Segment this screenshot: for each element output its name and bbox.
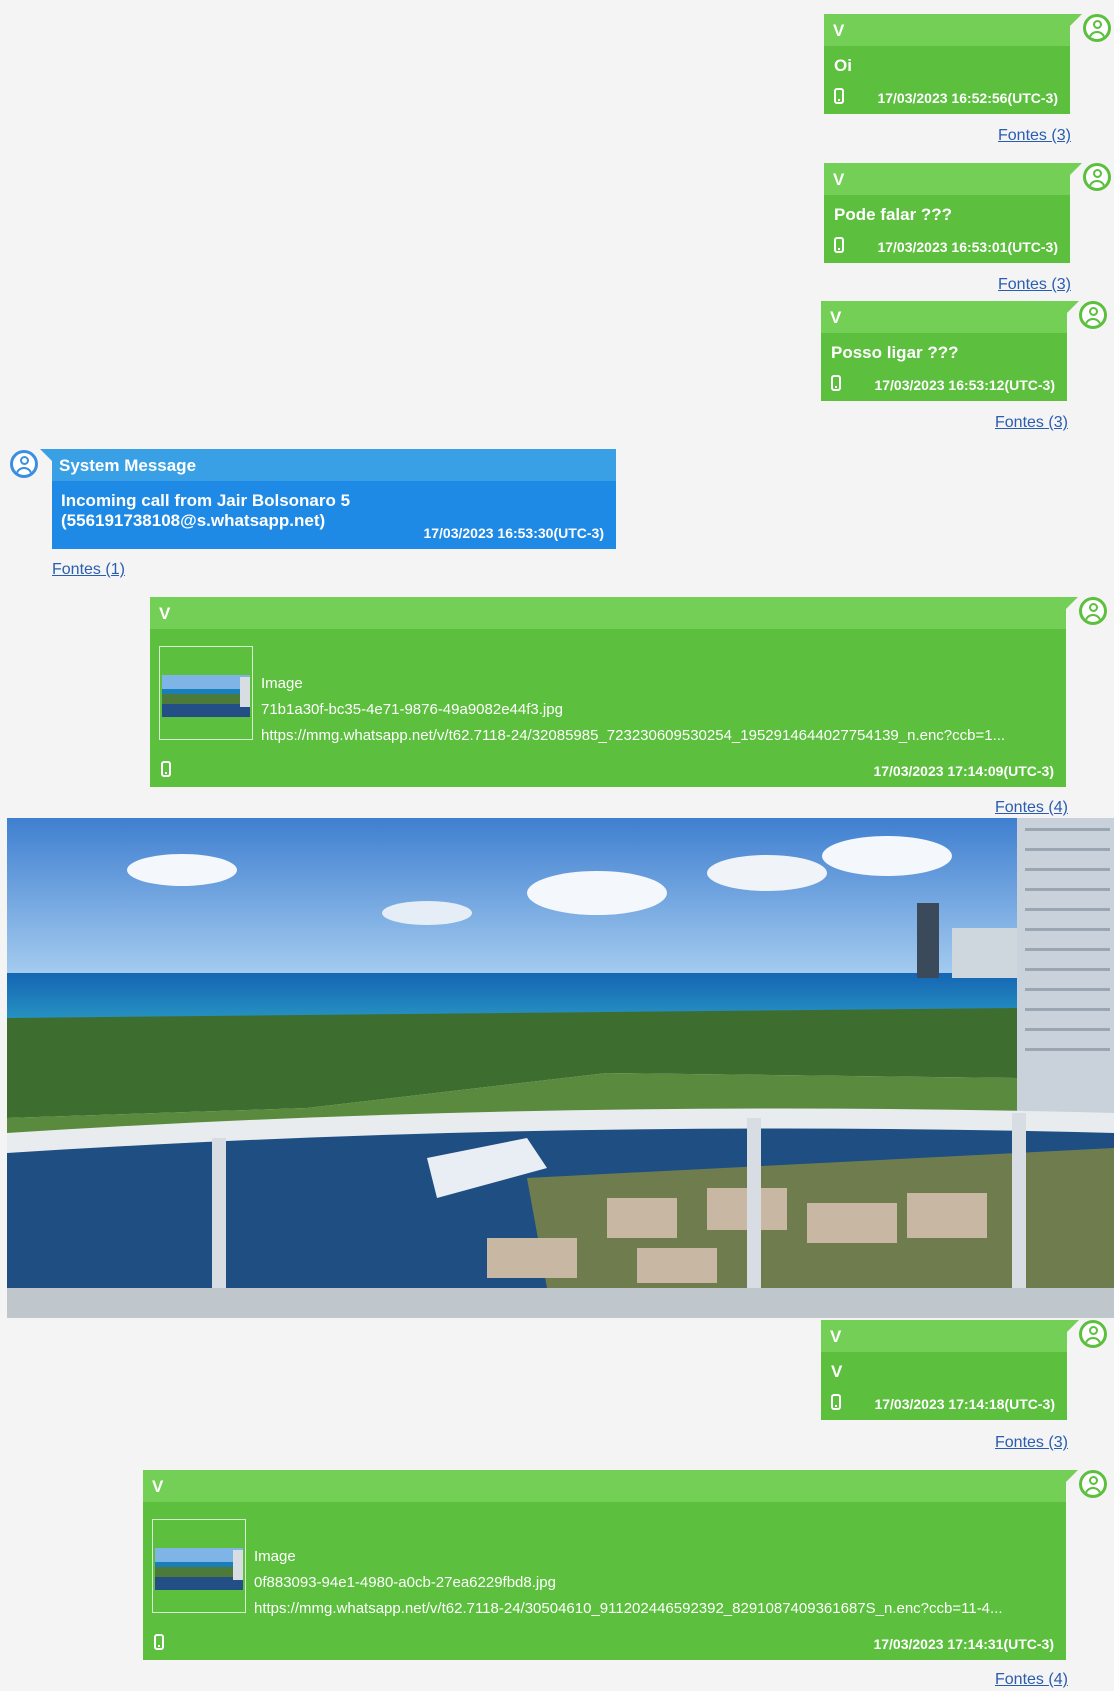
thumbnail-picture bbox=[155, 1548, 243, 1590]
message-timestamp: 17/03/2023 17:14:31(UTC-3) bbox=[873, 1636, 1054, 1652]
message-timestamp: 17/03/2023 16:53:01(UTC-3) bbox=[877, 239, 1058, 255]
message-sender: V bbox=[152, 1477, 164, 1496]
system-message-bubble: System Message Incoming call from Jair B… bbox=[52, 449, 616, 549]
bubble-tail bbox=[40, 449, 52, 461]
system-message-title: System Message bbox=[59, 456, 197, 475]
message-header: V bbox=[824, 163, 1070, 195]
message-text: V bbox=[831, 1362, 843, 1381]
user-avatar-icon bbox=[1079, 1320, 1107, 1348]
attached-photo[interactable] bbox=[7, 818, 1114, 1318]
user-avatar-icon bbox=[1079, 301, 1107, 329]
message-timestamp: 17/03/2023 16:52:56(UTC-3) bbox=[877, 90, 1058, 106]
image-message-bubble-1: V Image 71b1a30f-bc35-4e71-9876-49a9082e… bbox=[150, 597, 1066, 787]
phone-device-icon bbox=[161, 761, 171, 777]
sources-link-1[interactable]: Fontes (3) bbox=[998, 127, 1071, 145]
image-url: https://mmg.whatsapp.net/v/t62.7118-24/3… bbox=[261, 727, 1006, 744]
bubble-tail bbox=[1066, 597, 1078, 609]
system-message-timestamp: 17/03/2023 16:53:30(UTC-3) bbox=[423, 525, 604, 541]
message-header: V bbox=[150, 597, 1066, 629]
message-timestamp: 17/03/2023 16:53:12(UTC-3) bbox=[874, 377, 1055, 393]
message-header: V bbox=[821, 301, 1067, 333]
photo-scene bbox=[7, 818, 1114, 1318]
image-filename: 71b1a30f-bc35-4e71-9876-49a9082e44f3.jpg bbox=[261, 701, 563, 718]
sources-link-image-2[interactable]: Fontes (4) bbox=[995, 1671, 1068, 1689]
message-header: V bbox=[143, 1470, 1066, 1502]
message-sender: V bbox=[159, 604, 171, 623]
message-bubble-4: V V 17/03/2023 17:14:18(UTC-3) bbox=[821, 1320, 1067, 1420]
bubble-tail bbox=[1070, 163, 1082, 175]
message-sender: V bbox=[833, 21, 845, 40]
thumbnail-picture bbox=[162, 675, 250, 717]
phone-device-icon bbox=[834, 88, 844, 104]
image-url: https://mmg.whatsapp.net/v/t62.7118-24/3… bbox=[254, 1600, 1003, 1617]
message-header: V bbox=[821, 1320, 1067, 1352]
sources-link-3[interactable]: Fontes (3) bbox=[995, 414, 1068, 432]
image-label: Image bbox=[261, 675, 303, 692]
bubble-tail bbox=[1067, 301, 1079, 313]
user-avatar-icon bbox=[1083, 163, 1111, 191]
message-bubble-3: V Posso ligar ??? 17/03/2023 16:53:12(UT… bbox=[821, 301, 1067, 401]
message-bubble-1: V Oi 17/03/2023 16:52:56(UTC-3) bbox=[824, 14, 1070, 114]
message-sender: V bbox=[830, 1327, 842, 1346]
message-text: Pode falar ??? bbox=[834, 205, 953, 224]
sources-link-image-1[interactable]: Fontes (4) bbox=[995, 799, 1068, 817]
user-avatar-icon bbox=[1079, 1470, 1107, 1498]
message-sender: V bbox=[830, 308, 842, 327]
phone-device-icon bbox=[154, 1634, 164, 1650]
phone-device-icon bbox=[831, 1394, 841, 1410]
message-text: Oi bbox=[834, 56, 852, 75]
sources-link-2[interactable]: Fontes (3) bbox=[998, 276, 1071, 294]
bubble-tail bbox=[1070, 14, 1082, 26]
user-avatar-icon bbox=[1079, 597, 1107, 625]
phone-device-icon bbox=[834, 237, 844, 253]
bubble-tail bbox=[1067, 1320, 1079, 1332]
image-thumbnail[interactable] bbox=[159, 646, 253, 740]
image-label: Image bbox=[254, 1548, 296, 1565]
image-filename: 0f883093-94e1-4980-a0cb-27ea6229fbd8.jpg bbox=[254, 1574, 556, 1591]
message-header: V bbox=[824, 14, 1070, 46]
message-text: Posso ligar ??? bbox=[831, 343, 959, 362]
message-timestamp: 17/03/2023 17:14:18(UTC-3) bbox=[874, 1396, 1055, 1412]
system-message-header: System Message bbox=[52, 449, 616, 481]
image-thumbnail[interactable] bbox=[152, 1519, 246, 1613]
user-avatar-icon bbox=[1083, 14, 1111, 42]
image-message-bubble-2: V Image 0f883093-94e1-4980-a0cb-27ea6229… bbox=[143, 1470, 1066, 1660]
message-sender: V bbox=[833, 170, 845, 189]
bubble-tail bbox=[1066, 1470, 1078, 1482]
sources-link-system[interactable]: Fontes (1) bbox=[52, 561, 125, 579]
system-avatar-icon bbox=[10, 450, 38, 478]
message-timestamp: 17/03/2023 17:14:09(UTC-3) bbox=[873, 763, 1054, 779]
sources-link-4[interactable]: Fontes (3) bbox=[995, 1434, 1068, 1452]
phone-device-icon bbox=[831, 375, 841, 391]
message-bubble-2: V Pode falar ??? 17/03/2023 16:53:01(UTC… bbox=[824, 163, 1070, 263]
